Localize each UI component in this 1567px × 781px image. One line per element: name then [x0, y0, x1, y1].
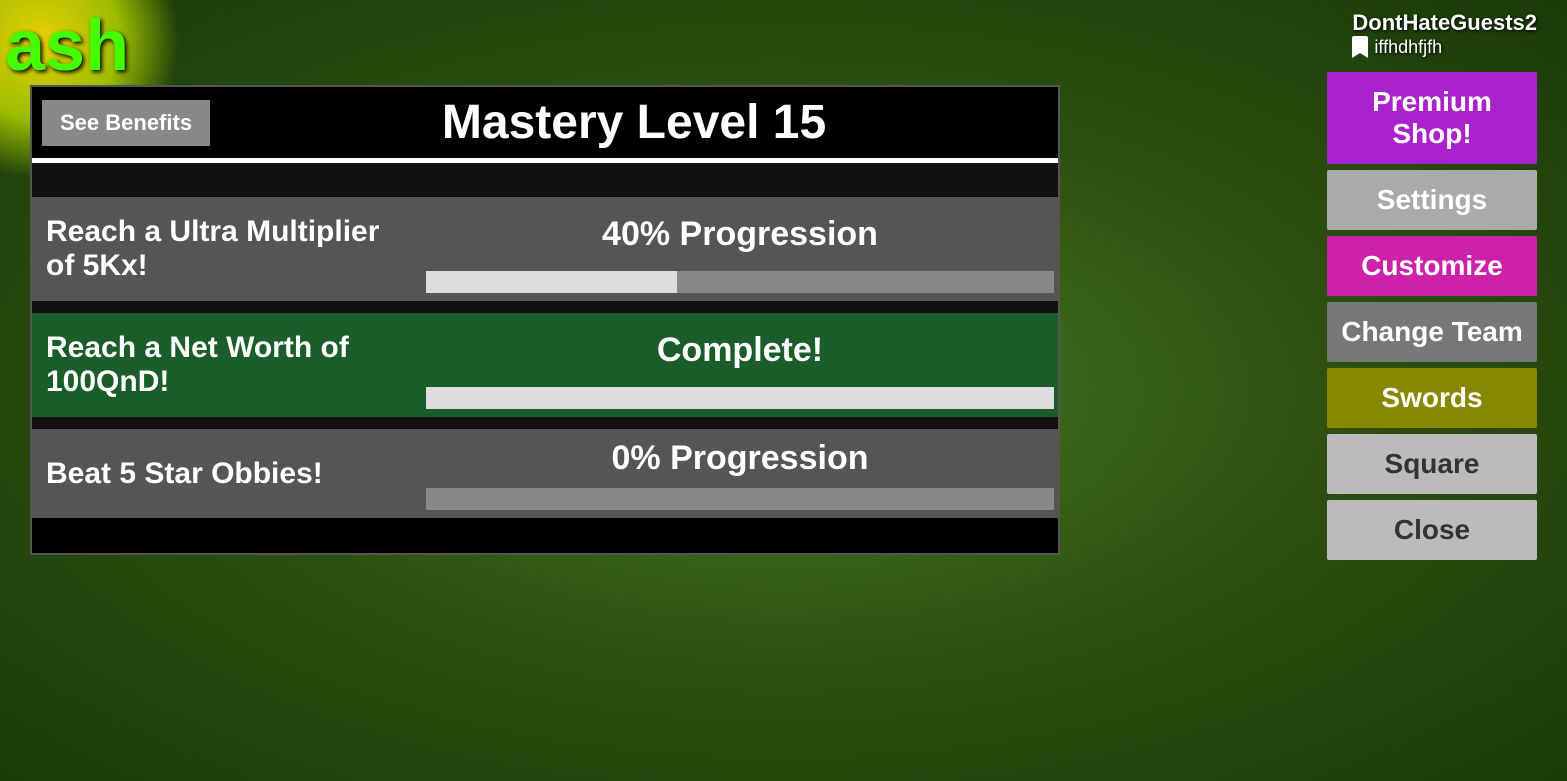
progress-bar-ultra-multiplier	[426, 271, 1054, 293]
close-button[interactable]: Close	[1327, 500, 1537, 560]
task-row-star-obbies: Beat 5 Star Obbies! 0% Progression	[32, 425, 1058, 518]
title-row: See Benefits Mastery Level 15	[32, 87, 1058, 158]
progress-bar-fill-net-worth	[426, 387, 1054, 409]
task-row-net-worth: Reach a Net Worth of 100QnD! Complete!	[32, 309, 1058, 417]
task-label-net-worth: Reach a Net Worth of 100QnD!	[32, 313, 422, 417]
username: DontHateGuests2	[1352, 10, 1537, 36]
main-panel: See Benefits Mastery Level 15 Reach a Ul…	[30, 85, 1060, 555]
task-right-net-worth: Complete!	[422, 313, 1058, 417]
swords-button[interactable]: Swords	[1327, 368, 1537, 428]
task-row-ultra-multiplier: Reach a Ultra Multiplier of 5Kx! 40% Pro…	[32, 193, 1058, 301]
username-sub: iffhdhfjfh	[1352, 36, 1537, 58]
progress-bar-net-worth	[426, 387, 1054, 409]
mastery-title: Mastery Level 15	[210, 95, 1058, 150]
task-separator-2	[32, 417, 1058, 425]
task-right-star-obbies: 0% Progression	[422, 429, 1058, 518]
settings-button[interactable]: Settings	[1327, 170, 1537, 230]
customize-button[interactable]: Customize	[1327, 236, 1537, 296]
square-button[interactable]: Square	[1327, 434, 1537, 494]
change-team-button[interactable]: Change Team	[1327, 302, 1537, 362]
ash-text: ash	[5, 5, 129, 87]
task-separator-1	[32, 301, 1058, 309]
progress-bar-fill-ultra-multiplier	[426, 271, 677, 293]
bottom-bar	[32, 518, 1058, 553]
right-panel: DontHateGuests2 iffhdhfjfh Premium Shop!…	[1327, 10, 1537, 560]
task-status-ultra-multiplier: 40% Progression	[422, 197, 1058, 271]
task-label-star-obbies: Beat 5 Star Obbies!	[32, 429, 422, 518]
see-benefits-button[interactable]: See Benefits	[42, 100, 210, 146]
task-status-net-worth: Complete!	[422, 313, 1058, 387]
progress-bar-star-obbies	[426, 488, 1054, 510]
task-status-star-obbies: 0% Progression	[422, 429, 1058, 488]
task-label-ultra-multiplier: Reach a Ultra Multiplier of 5Kx!	[32, 197, 422, 301]
spacer-top	[32, 163, 1058, 193]
task-right-ultra-multiplier: 40% Progression	[422, 197, 1058, 301]
premium-shop-button[interactable]: Premium Shop!	[1327, 72, 1537, 164]
bookmark-icon	[1352, 36, 1368, 58]
username-area: DontHateGuests2 iffhdhfjfh	[1352, 10, 1537, 58]
